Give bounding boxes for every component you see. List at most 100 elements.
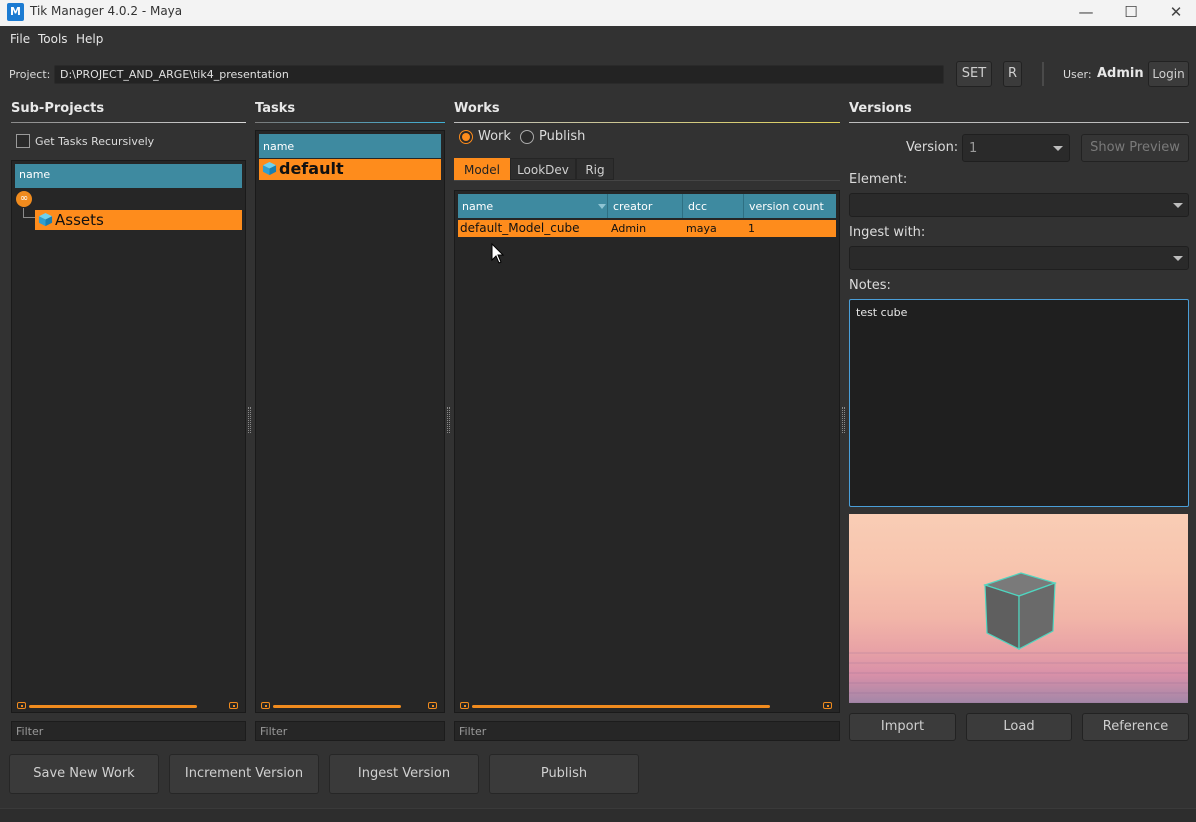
- tab-rig[interactable]: Rig: [576, 158, 614, 180]
- column-name[interactable]: name: [458, 194, 608, 218]
- load-button[interactable]: Load: [966, 713, 1072, 741]
- version-label: Version:: [906, 140, 959, 155]
- subproject-item-assets[interactable]: Assets: [35, 210, 242, 230]
- scroll-right-arrow[interactable]: [428, 702, 437, 709]
- tree-branch-line: [23, 208, 35, 218]
- reference-button[interactable]: Reference: [1082, 713, 1189, 741]
- tasks-column-header[interactable]: name: [259, 134, 441, 158]
- show-preview-button[interactable]: Show Preview: [1081, 134, 1189, 162]
- cube-icon: [262, 161, 277, 176]
- subprojects-column-header[interactable]: name: [15, 164, 242, 188]
- cell-creator: Admin: [611, 222, 647, 235]
- chevron-down-icon: [1173, 256, 1183, 261]
- scroll-right-arrow[interactable]: [229, 702, 238, 709]
- scroll-left-arrow[interactable]: [460, 702, 469, 709]
- scroll-thumb[interactable]: [472, 705, 770, 708]
- column-dcc[interactable]: dcc: [684, 194, 744, 218]
- works-hscroll[interactable]: [458, 702, 836, 712]
- tasks-underline: [255, 122, 445, 123]
- versions-underline: [849, 122, 1189, 123]
- splitter-handle[interactable]: [248, 407, 251, 433]
- status-bar: [0, 808, 1196, 822]
- notes-textarea[interactable]: test cube: [849, 299, 1189, 507]
- sort-indicator-icon: [598, 204, 606, 209]
- table-row[interactable]: default_Model_cube Admin maya 1: [458, 220, 836, 237]
- scroll-left-arrow[interactable]: [17, 702, 26, 709]
- maximize-button[interactable]: ☐: [1108, 0, 1154, 26]
- user-name: Admin: [1097, 66, 1144, 81]
- subprojects-underline: [11, 122, 246, 123]
- subproject-item-label: Assets: [55, 211, 104, 229]
- project-path-field[interactable]: D:\PROJECT_AND_ARGE\tik4_presentation: [54, 65, 944, 84]
- set-project-button[interactable]: SET: [956, 61, 992, 87]
- close-button[interactable]: ✕: [1153, 0, 1196, 26]
- works-underline: [454, 122, 840, 123]
- tab-model[interactable]: Model: [454, 158, 510, 180]
- cube-model-preview: [983, 572, 1057, 650]
- menu-file[interactable]: File: [10, 32, 30, 46]
- tasks-hscroll[interactable]: [259, 702, 441, 712]
- tab-lookdev[interactable]: LookDev: [510, 158, 576, 180]
- scroll-thumb[interactable]: [29, 705, 197, 708]
- increment-version-button[interactable]: Increment Version: [169, 754, 319, 794]
- save-new-work-button[interactable]: Save New Work: [9, 754, 159, 794]
- version-dropdown[interactable]: 1: [962, 134, 1070, 162]
- menu-tools[interactable]: Tools: [38, 32, 68, 46]
- splitter-handle[interactable]: [842, 407, 845, 433]
- work-radio[interactable]: [459, 130, 473, 144]
- column-version-count[interactable]: version count: [745, 194, 836, 218]
- menu-help[interactable]: Help: [76, 32, 103, 46]
- ingest-label: Ingest with:: [849, 225, 926, 240]
- recursive-label: Get Tasks Recursively: [35, 135, 155, 148]
- scroll-left-arrow[interactable]: [261, 702, 270, 709]
- publish-radio-label: Publish: [539, 129, 586, 144]
- recursive-checkbox[interactable]: [16, 134, 30, 148]
- column-creator[interactable]: creator: [609, 194, 683, 218]
- work-radio-label: Work: [478, 129, 511, 144]
- works-title: Works: [454, 101, 500, 116]
- thumbnail-preview: [849, 514, 1188, 703]
- subprojects-filter-input[interactable]: Filter: [11, 721, 246, 741]
- tab-bar-line: [454, 180, 840, 181]
- subprojects-title: Sub-Projects: [11, 101, 105, 116]
- element-dropdown[interactable]: [849, 193, 1189, 217]
- minimize-button[interactable]: —: [1063, 0, 1109, 26]
- title-bar: M Tik Manager 4.0.2 - Maya — ☐ ✕: [0, 0, 1196, 26]
- publish-radio[interactable]: [520, 130, 534, 144]
- chevron-down-icon: [1053, 146, 1063, 151]
- tasks-filter-input[interactable]: Filter: [255, 721, 445, 741]
- ingest-dropdown[interactable]: [849, 246, 1189, 270]
- root-project-icon: ∞: [16, 191, 32, 207]
- task-item-default[interactable]: default: [259, 159, 441, 180]
- tasks-title: Tasks: [255, 101, 296, 116]
- maya-app-icon: M: [7, 3, 24, 21]
- element-label: Element:: [849, 172, 908, 187]
- project-label: Project:: [9, 68, 51, 81]
- scroll-right-arrow[interactable]: [823, 702, 832, 709]
- version-value: 1: [969, 141, 978, 156]
- cell-version-count: 1: [748, 222, 755, 235]
- menu-bar: File Tools Help: [0, 26, 1196, 52]
- separator: [1042, 62, 1044, 86]
- cube-icon: [38, 212, 53, 227]
- works-table-header: name creator dcc version count: [458, 194, 836, 218]
- login-button[interactable]: Login: [1148, 61, 1189, 87]
- subprojects-tree[interactable]: name ∞ Assets: [11, 160, 246, 713]
- user-label: User:: [1063, 68, 1092, 81]
- recent-projects-button[interactable]: R: [1003, 61, 1022, 87]
- subprojects-hscroll[interactable]: [15, 702, 242, 712]
- versions-title: Versions: [849, 101, 912, 116]
- notes-label: Notes:: [849, 278, 891, 293]
- tasks-list[interactable]: name default: [255, 130, 445, 713]
- works-filter-input[interactable]: Filter: [454, 721, 840, 741]
- import-button[interactable]: Import: [849, 713, 956, 741]
- cell-name: default_Model_cube: [460, 221, 580, 235]
- works-table[interactable]: name creator dcc version count default_M…: [454, 190, 840, 713]
- splitter-handle[interactable]: [447, 407, 450, 433]
- task-item-label: default: [279, 159, 344, 178]
- publish-button[interactable]: Publish: [489, 754, 639, 794]
- ingest-version-button[interactable]: Ingest Version: [329, 754, 479, 794]
- cell-dcc: maya: [686, 222, 717, 235]
- scroll-thumb[interactable]: [273, 705, 401, 708]
- chevron-down-icon: [1173, 203, 1183, 208]
